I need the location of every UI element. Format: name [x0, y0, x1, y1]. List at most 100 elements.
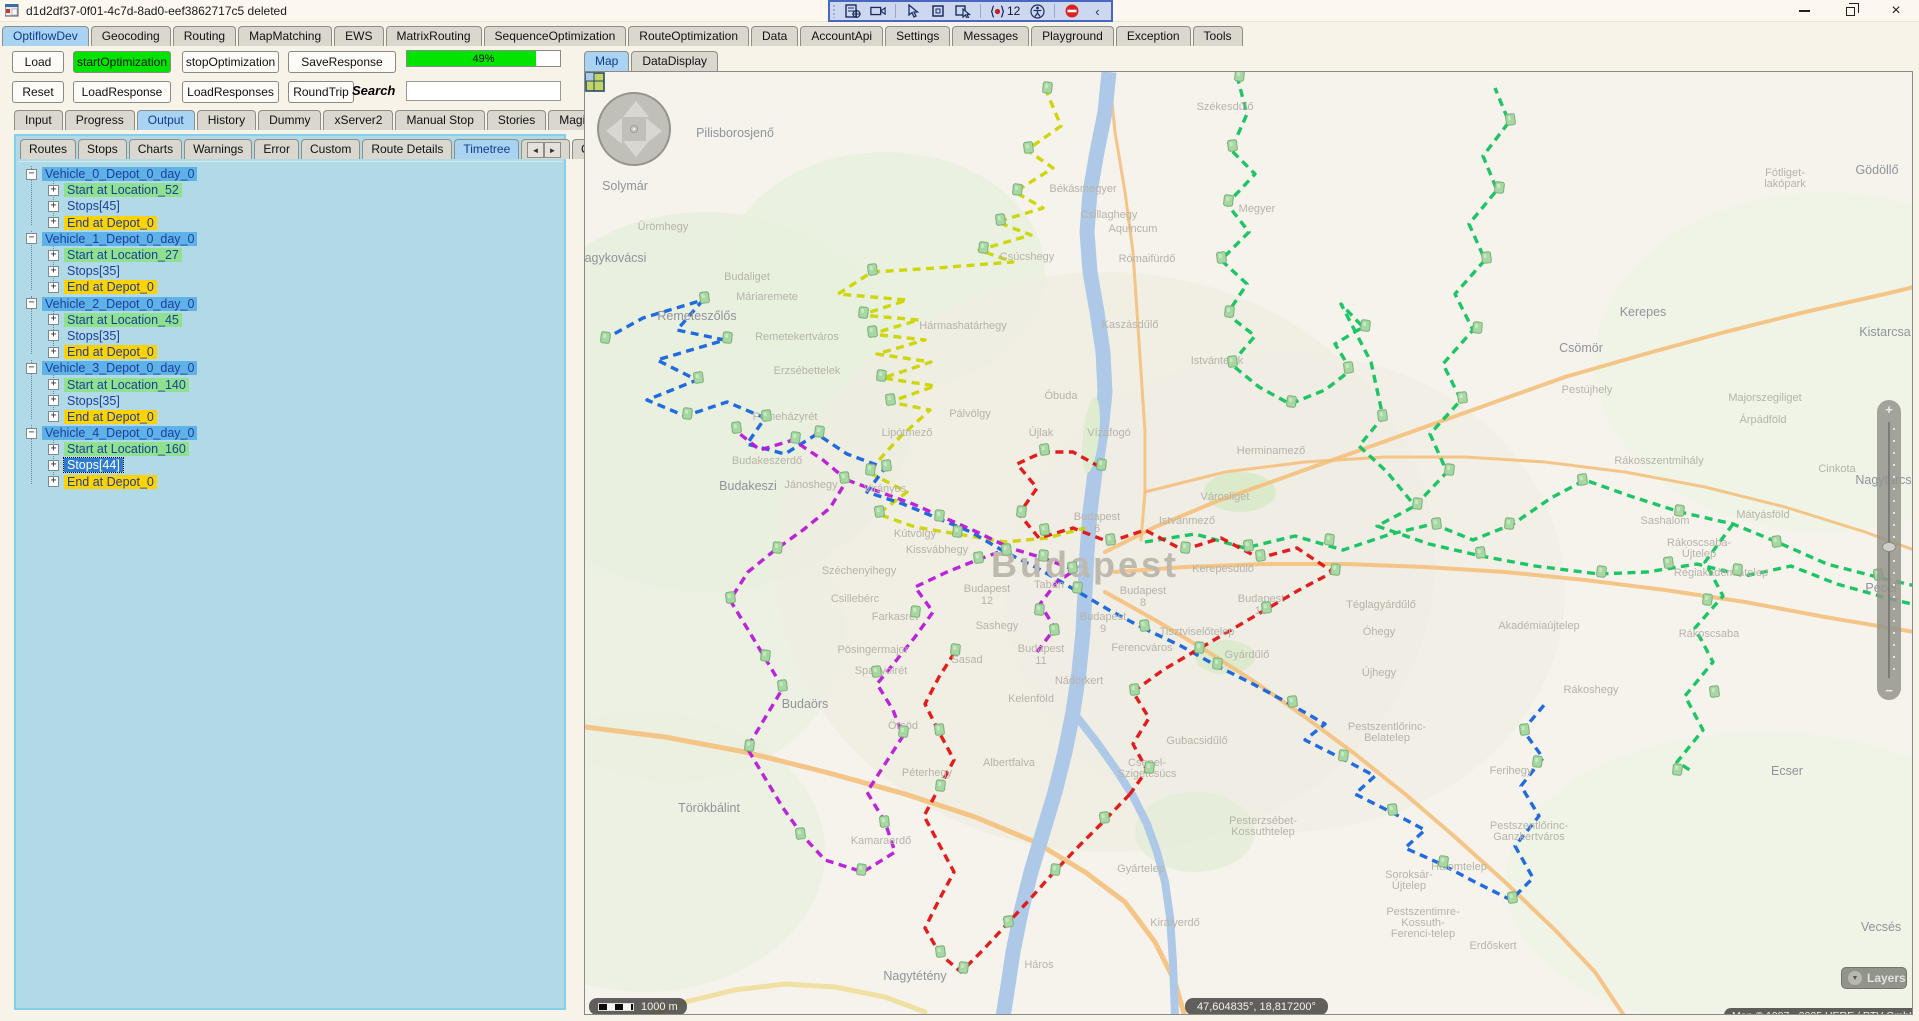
- chevron-left-icon[interactable]: ‹: [1089, 4, 1105, 18]
- result-tab-stops[interactable]: Stops: [78, 139, 127, 159]
- tree-start-3[interactable]: +Start at Location_140: [18, 376, 562, 392]
- tab-scroll-right-button[interactable]: ►: [544, 142, 561, 158]
- pan-center-button[interactable]: [630, 125, 638, 133]
- pointer-frame-icon[interactable]: [955, 4, 971, 18]
- result-tab-warnings[interactable]: Warnings: [184, 139, 252, 159]
- tab-manual-stop[interactable]: Manual Stop: [395, 110, 484, 130]
- tab-scroll-left-button[interactable]: ◄: [527, 142, 544, 158]
- overview-map-toggle-icon[interactable]: [585, 72, 605, 92]
- expand-icon[interactable]: +: [48, 201, 59, 212]
- start-optimization-button[interactable]: startOptimization: [73, 51, 171, 73]
- stop-icon[interactable]: [1064, 4, 1080, 18]
- expand-icon[interactable]: +: [48, 411, 59, 422]
- tab-input[interactable]: Input: [14, 110, 63, 130]
- tree-start-4[interactable]: +Start at Location_160: [18, 441, 562, 457]
- menu-tab-exception[interactable]: Exception: [1116, 26, 1191, 46]
- menu-tab-geocoding[interactable]: Geocoding: [91, 26, 171, 46]
- expand-icon[interactable]: +: [48, 266, 59, 277]
- round-trip-button[interactable]: RoundTrip: [288, 81, 354, 103]
- tree-start-2[interactable]: +Start at Location_45: [18, 312, 562, 328]
- expand-icon[interactable]: +: [48, 476, 59, 487]
- tree-start-1[interactable]: +Start at Location_27: [18, 247, 562, 263]
- expand-icon[interactable]: +: [48, 460, 59, 471]
- search-input[interactable]: [406, 81, 561, 101]
- menu-tab-mapmatching[interactable]: MapMatching: [238, 26, 332, 46]
- expand-icon[interactable]: +: [48, 217, 59, 228]
- save-response-button[interactable]: SaveResponse: [288, 51, 396, 73]
- result-tab-charts[interactable]: Charts: [129, 139, 182, 159]
- zoom-out-button[interactable]: −: [1877, 683, 1901, 698]
- collapse-icon[interactable]: −: [26, 363, 37, 374]
- reset-button[interactable]: Reset: [12, 81, 64, 103]
- tree-stops-0[interactable]: +Stops[45]: [18, 198, 562, 214]
- result-tab-custom[interactable]: Custom: [301, 139, 360, 159]
- result-tab-error[interactable]: Error: [254, 139, 299, 159]
- menu-tab-matrixrouting[interactable]: MatrixRouting: [386, 26, 482, 46]
- tab-output[interactable]: Output: [137, 110, 195, 130]
- result-tab-timetree[interactable]: Timetree: [454, 139, 519, 159]
- tree-end-2[interactable]: +End at Depot_0: [18, 344, 562, 360]
- tree-vehicle-2[interactable]: −Vehicle_2_Depot_0_day_0: [18, 296, 562, 312]
- load-button[interactable]: Load: [12, 51, 64, 73]
- pan-east-button[interactable]: [646, 118, 662, 144]
- close-button[interactable]: ×: [1873, 0, 1919, 22]
- zoom-thumb[interactable]: [1882, 542, 1896, 552]
- pan-west-button[interactable]: [606, 118, 622, 144]
- pan-north-button[interactable]: [623, 101, 649, 117]
- breakpoints-icon[interactable]: 12: [990, 4, 1020, 18]
- accessibility-icon[interactable]: [1029, 4, 1045, 18]
- expand-icon[interactable]: +: [48, 314, 59, 325]
- tree-vehicle-4[interactable]: −Vehicle_4_Depot_0_day_0: [18, 425, 562, 441]
- minimize-button[interactable]: [1781, 0, 1827, 22]
- tab-dummy[interactable]: Dummy: [258, 110, 321, 130]
- menu-tab-sequenceoptimization[interactable]: SequenceOptimization: [484, 26, 627, 46]
- expand-icon[interactable]: +: [48, 395, 59, 406]
- expand-icon[interactable]: +: [48, 250, 59, 261]
- zoom-in-button[interactable]: +: [1877, 402, 1901, 417]
- pointer-icon[interactable]: [905, 4, 921, 18]
- menu-tab-playground[interactable]: Playground: [1031, 26, 1114, 46]
- tab-history[interactable]: History: [197, 110, 256, 130]
- map-tab-map[interactable]: Map: [584, 51, 629, 71]
- result-tab-routes[interactable]: Routes: [20, 139, 76, 159]
- restore-button[interactable]: [1827, 0, 1873, 22]
- layers-button[interactable]: ▼ Layers: [1841, 967, 1907, 989]
- load-response-button[interactable]: LoadResponse: [73, 81, 171, 103]
- tree-end-3[interactable]: +End at Depot_0: [18, 409, 562, 425]
- toolbar-grip[interactable]: [832, 4, 836, 18]
- expand-icon[interactable]: +: [48, 185, 59, 196]
- collapse-icon[interactable]: −: [26, 298, 37, 309]
- collapse-icon[interactable]: −: [26, 233, 37, 244]
- result-tab-route-details[interactable]: Route Details: [362, 139, 452, 159]
- tab-xserver2[interactable]: xServer2: [323, 110, 393, 130]
- menu-tab-tools[interactable]: Tools: [1193, 26, 1243, 46]
- frame-icon[interactable]: [930, 4, 946, 18]
- tree-stops-4[interactable]: +Stops[44]: [18, 457, 562, 473]
- menu-tab-settings[interactable]: Settings: [885, 26, 950, 46]
- expand-icon[interactable]: +: [48, 347, 59, 358]
- tree-vehicle-0[interactable]: −Vehicle_0_Depot_0_day_0: [18, 166, 562, 182]
- menu-tab-routeoptimization[interactable]: RouteOptimization: [628, 26, 749, 46]
- tree-stops-3[interactable]: +Stops[35]: [18, 393, 562, 409]
- tree-vehicle-1[interactable]: −Vehicle_1_Depot_0_day_0: [18, 231, 562, 247]
- expand-icon[interactable]: +: [48, 282, 59, 293]
- tab-progress[interactable]: Progress: [65, 110, 135, 130]
- tree-end-1[interactable]: +End at Depot_0: [18, 279, 562, 295]
- screen-record-icon[interactable]: [870, 4, 886, 18]
- tree-start-0[interactable]: +Start at Location_52: [18, 182, 562, 198]
- tree-stops-2[interactable]: +Stops[35]: [18, 328, 562, 344]
- tree-stops-1[interactable]: +Stops[35]: [18, 263, 562, 279]
- form-designer-icon[interactable]: [845, 4, 861, 18]
- tree-vehicle-3[interactable]: −Vehicle_3_Depot_0_day_0: [18, 360, 562, 376]
- map-tab-datadisplay[interactable]: DataDisplay: [631, 51, 718, 71]
- menu-tab-messages[interactable]: Messages: [952, 26, 1029, 46]
- map-viewport[interactable]: BudapestPilisborosjenőSolymárNagykovácsi…: [584, 71, 1913, 1015]
- collapse-icon[interactable]: −: [26, 428, 37, 439]
- expand-icon[interactable]: +: [48, 330, 59, 341]
- tree-end-4[interactable]: +End at Depot_0: [18, 474, 562, 490]
- menu-tab-data[interactable]: Data: [751, 26, 798, 46]
- expand-icon[interactable]: +: [48, 444, 59, 455]
- load-responses-button[interactable]: LoadResponses: [182, 81, 279, 103]
- tab-stories[interactable]: Stories: [487, 110, 546, 130]
- menu-tab-accountapi[interactable]: AccountApi: [800, 26, 883, 46]
